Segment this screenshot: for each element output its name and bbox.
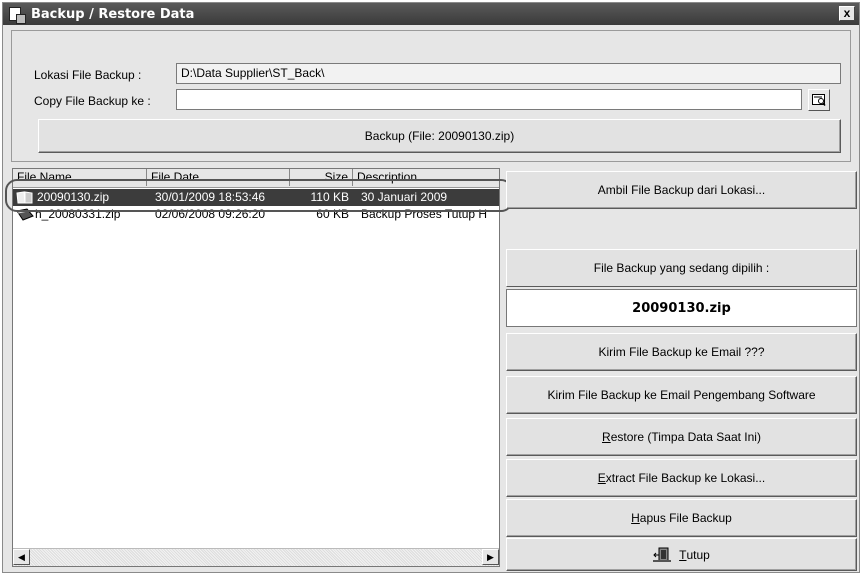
close-window-button[interactable]: x [839,6,855,21]
scroll-left-icon[interactable]: ◀ [13,549,30,565]
restore-accel-key: R [602,430,611,444]
copy-backup-label: Copy File Backup ke : [34,94,151,108]
title-bar: Backup / Restore Data x [3,3,859,25]
window-title: Backup / Restore Data [31,7,195,22]
send-email-button[interactable]: Kirim File Backup ke Email ??? [506,333,857,371]
horizontal-scrollbar[interactable]: ◀ ▶ [13,548,499,566]
extract-button[interactable]: Extract File Backup ke Lokasi... [506,459,857,497]
close-label: utup [686,547,710,562]
browse-folder-icon [812,94,826,106]
selected-backup-label: File Backup yang sedang dipilih : [506,249,857,287]
send-developer-email-button[interactable]: Kirim File Backup ke Email Pengembang So… [506,376,857,414]
scroll-right-icon[interactable]: ▶ [482,549,499,565]
backup-file-list[interactable]: File Name File Date Size Description 200… [12,168,500,567]
restore-label: estore (Timpa Data Saat Ini) [610,430,761,444]
backup-location-field[interactable]: D:\Data Supplier\ST_Back\ [176,63,841,84]
copy-backup-field[interactable] [176,89,802,110]
backup-restore-window: Backup / Restore Data x Lokasi File Back… [2,2,860,573]
delete-accel-key: H [631,511,640,525]
exit-door-icon [653,547,672,562]
delete-backup-button[interactable]: Hapus File Backup [506,499,857,537]
close-button[interactable]: Tutup [506,538,857,571]
browse-folder-button[interactable] [808,89,830,111]
restore-button[interactable]: Restore (Timpa Data Saat Ini) [506,418,857,456]
app-icon [9,7,26,24]
delete-label: apus File Backup [639,511,732,525]
backup-location-group: Lokasi File Backup : D:\Data Supplier\ST… [11,30,851,162]
backup-location-label: Lokasi File Backup : [34,68,142,82]
backup-button[interactable]: Backup (File: 20090130.zip) [38,119,841,153]
close-accel-key: T [679,547,687,562]
get-backup-from-location-button[interactable]: Ambil File Backup dari Lokasi... [506,171,857,209]
selection-annotation-ring [5,179,513,212]
selected-backup-file: 20090130.zip [506,289,857,327]
extract-accel-key: E [597,471,606,485]
extract-label: xtract File Backup ke Lokasi... [605,471,766,485]
